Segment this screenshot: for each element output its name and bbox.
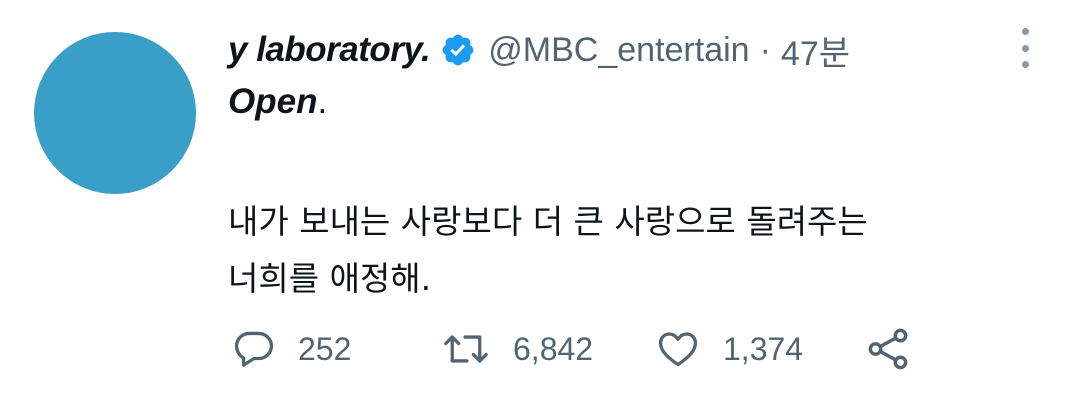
avatar[interactable]: [34, 32, 196, 194]
tweet-title: Open.: [228, 82, 327, 122]
tweet-header: y laboratory. @MBC_entertain · 47분: [228, 26, 850, 74]
retweet-button[interactable]: 6,842: [441, 327, 655, 371]
title-dot: .: [317, 82, 328, 121]
author-handle[interactable]: @MBC_entertain: [488, 31, 749, 70]
retweet-icon: [441, 327, 491, 371]
like-button[interactable]: 1,374: [655, 327, 865, 371]
reply-icon: [232, 327, 276, 371]
reply-button[interactable]: 252: [232, 327, 441, 371]
tweet-text-line: 너희를 애정해.: [228, 259, 432, 298]
verified-badge-icon: [440, 32, 476, 68]
heart-icon: [655, 327, 701, 371]
share-icon: [865, 326, 911, 372]
like-count: 1,374: [723, 330, 804, 367]
title-word: Open: [228, 82, 318, 121]
separator-dot: ·: [759, 30, 771, 69]
share-button[interactable]: [865, 326, 911, 372]
retweet-count: 6,842: [513, 330, 594, 367]
more-vertical-icon[interactable]: [1010, 28, 1040, 68]
action-bar: 252 6,842 1,374: [232, 322, 911, 376]
timestamp[interactable]: 47분: [781, 26, 850, 75]
tweet-text: 내가 보내는 사랑보다 더 큰 사랑으로 돌려주는 너희를 애정해.: [228, 193, 1028, 307]
tweet-text-line: 내가 보내는 사랑보다 더 큰 사랑으로 돌려주는: [228, 202, 868, 241]
reply-count: 252: [298, 330, 352, 367]
author-name[interactable]: y laboratory.: [228, 30, 431, 70]
